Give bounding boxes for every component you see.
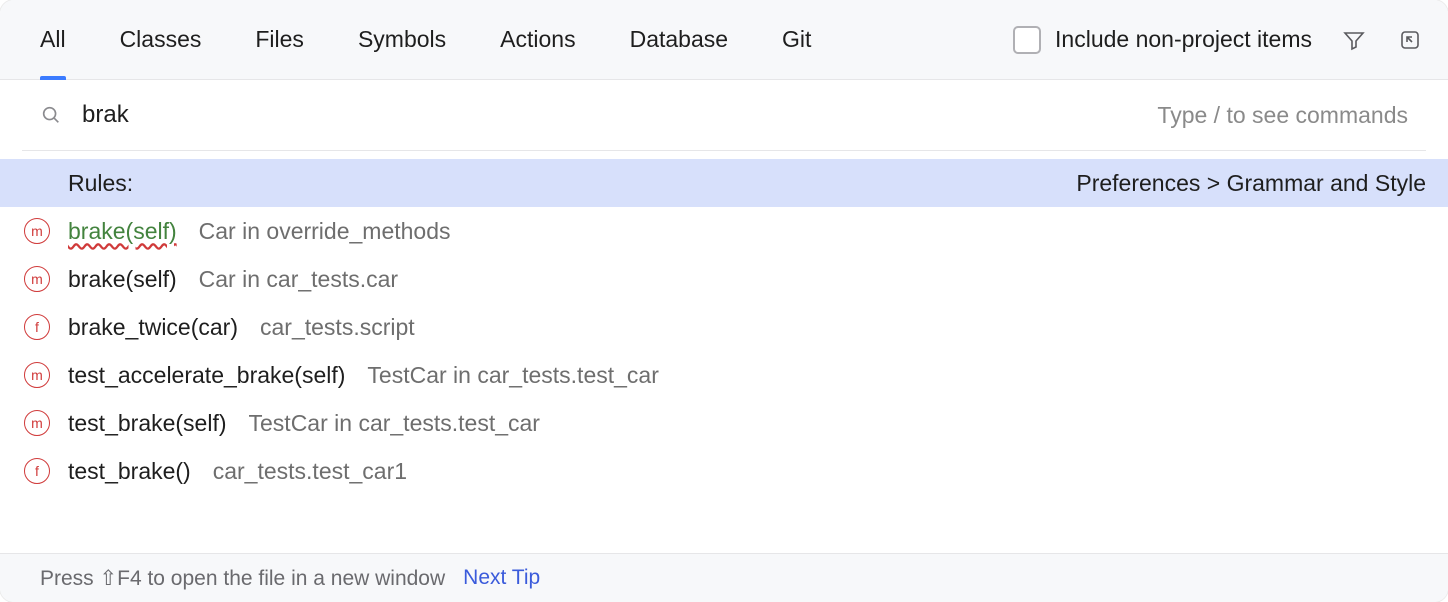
result-context: car_tests.script [260, 314, 415, 341]
next-tip-link[interactable]: Next Tip [463, 566, 540, 590]
tab-label: Files [255, 26, 304, 53]
result-name: test_accelerate_brake(self) [68, 362, 345, 389]
open-in-window-icon[interactable] [1396, 26, 1424, 54]
search-row-container: Type / to see commands [0, 80, 1448, 151]
result-context: TestCar in car_tests.test_car [249, 410, 540, 437]
kind-icon-slot: m [22, 362, 52, 388]
tab-classes[interactable]: Classes [120, 0, 202, 79]
result-row[interactable]: m test_brake(self) TestCar in car_tests.… [0, 399, 1448, 447]
tab-label: Actions [500, 26, 575, 53]
method-icon: m [24, 218, 50, 244]
include-nonproject-checkbox[interactable]: Include non-project items [1013, 26, 1312, 54]
search-icon [40, 104, 62, 126]
search-hint: Type / to see commands [1157, 102, 1408, 129]
kind-icon-slot: f [22, 458, 52, 484]
result-context: Car in override_methods [199, 218, 451, 245]
topbar: All Classes Files Symbols Actions Databa… [0, 0, 1448, 80]
topbar-right-controls: Include non-project items [1013, 26, 1424, 54]
function-icon: f [24, 458, 50, 484]
result-row[interactable]: m brake(self) Car in car_tests.car [0, 255, 1448, 303]
tab-actions[interactable]: Actions [500, 0, 575, 79]
result-row[interactable]: f test_brake() car_tests.test_car1 [0, 447, 1448, 495]
result-name: brake_twice(car) [68, 314, 238, 341]
kind-icon-slot: m [22, 266, 52, 292]
tab-symbols[interactable]: Symbols [358, 0, 446, 79]
method-icon: m [24, 362, 50, 388]
checkbox-box [1013, 26, 1041, 54]
tab-label: Database [630, 26, 728, 53]
result-name: brake(self) [68, 218, 177, 245]
checkbox-label: Include non-project items [1055, 26, 1312, 53]
result-row[interactable]: m test_accelerate_brake(self) TestCar in… [0, 351, 1448, 399]
result-left-label: Rules: [68, 170, 133, 197]
function-icon: f [24, 314, 50, 340]
footer-shortcut: ⇧F4 [100, 567, 142, 590]
result-top-rules[interactable]: Rules: Preferences > Grammar and Style [0, 159, 1448, 207]
tab-label: Git [782, 26, 811, 53]
method-icon: m [24, 410, 50, 436]
footer-tip-text: Press ⇧F4 to open the file in a new wind… [40, 566, 445, 591]
result-context: TestCar in car_tests.test_car [367, 362, 658, 389]
result-name: test_brake(self) [68, 410, 227, 437]
tab-files[interactable]: Files [255, 0, 304, 79]
search-input[interactable] [80, 100, 484, 130]
result-context: car_tests.test_car1 [213, 458, 407, 485]
result-right-path: Preferences > Grammar and Style [1076, 170, 1426, 197]
tab-all[interactable]: All [40, 0, 66, 79]
result-name: brake(self) [68, 266, 177, 293]
method-icon: m [24, 266, 50, 292]
kind-icon-slot: m [22, 218, 52, 244]
footer-prefix: Press [40, 567, 100, 590]
result-context: Car in car_tests.car [199, 266, 398, 293]
kind-icon-slot: f [22, 314, 52, 340]
tab-database[interactable]: Database [630, 0, 728, 79]
tab-git[interactable]: Git [782, 0, 811, 79]
tab-label: Symbols [358, 26, 446, 53]
result-row[interactable]: f brake_twice(car) car_tests.script [0, 303, 1448, 351]
search-everywhere-popup: All Classes Files Symbols Actions Databa… [0, 0, 1448, 602]
result-row[interactable]: m brake(self) Car in override_methods [0, 207, 1448, 255]
search-row: Type / to see commands [22, 80, 1426, 151]
tab-label: Classes [120, 26, 202, 53]
tab-label: All [40, 26, 66, 53]
footer-tip: Press ⇧F4 to open the file in a new wind… [0, 553, 1448, 602]
kind-icon-slot: m [22, 410, 52, 436]
tabs: All Classes Files Symbols Actions Databa… [40, 0, 811, 79]
filter-icon[interactable] [1340, 26, 1368, 54]
footer-suffix: to open the file in a new window [142, 567, 446, 590]
results-list: Rules: Preferences > Grammar and Style m… [0, 151, 1448, 553]
result-name: test_brake() [68, 458, 191, 485]
